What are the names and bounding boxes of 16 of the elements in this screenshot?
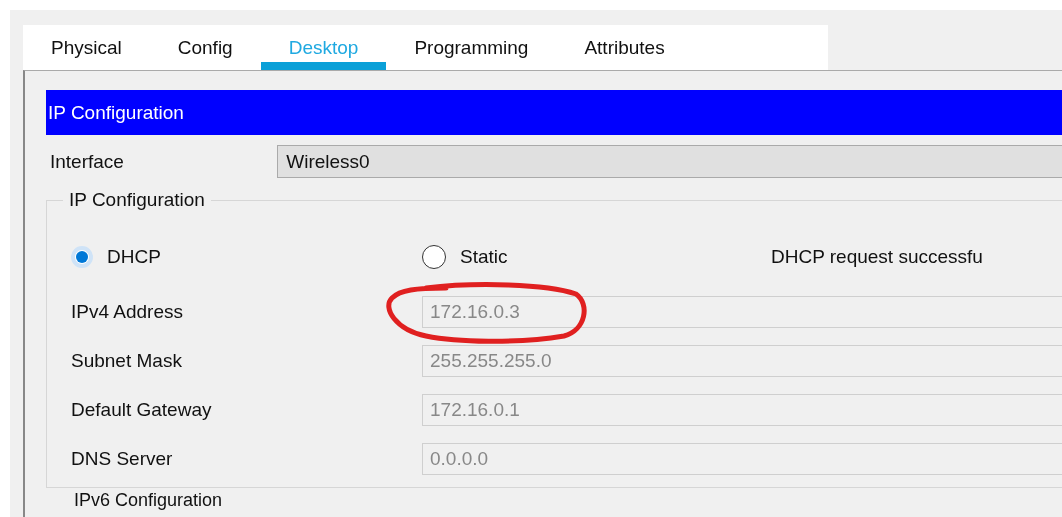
field-label: DNS Server	[71, 447, 174, 470]
radio-icon[interactable]	[422, 245, 446, 269]
interface-label: Interface	[49, 150, 125, 173]
tab[interactable]: Programming	[386, 25, 557, 70]
group-legend: IPv6 Configuration	[68, 490, 229, 510]
section-header: IP Configuration	[46, 90, 1062, 135]
radio-option[interactable]: Static	[422, 245, 771, 269]
tab[interactable]: Attributes	[556, 25, 693, 70]
radio-option[interactable]: DHCP	[71, 246, 422, 268]
interface-dropdown[interactable]: Wireless0	[277, 145, 1062, 178]
field-label: IPv4 Address	[71, 300, 184, 323]
field-label: Subnet Mask	[71, 349, 183, 372]
field-label: Default Gateway	[71, 398, 213, 421]
tab[interactable]: Config	[149, 25, 261, 70]
tab[interactable]: Physical	[23, 25, 150, 70]
status-text: DHCP request successfu	[771, 246, 983, 268]
